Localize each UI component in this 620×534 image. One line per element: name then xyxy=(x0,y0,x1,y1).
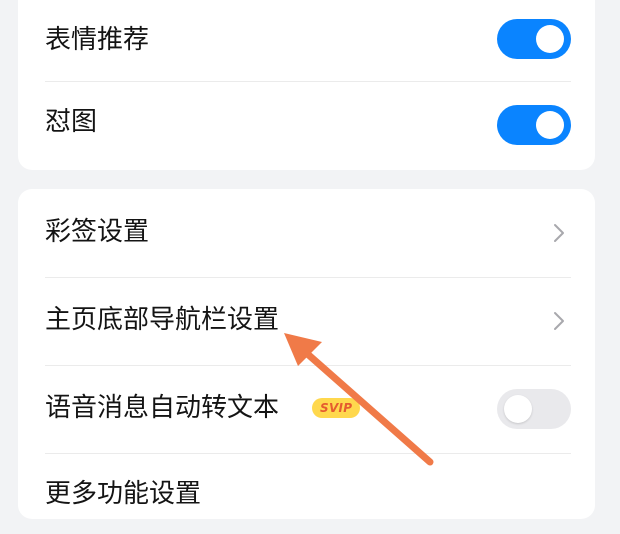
settings-row-more-features[interactable]: 更多功能设置 xyxy=(18,454,595,534)
setting-label-color-tag: 彩签设置 xyxy=(45,217,150,247)
chevron-right-icon xyxy=(554,224,564,242)
chevron-right-icon xyxy=(554,312,564,330)
settings-row-meme-reply[interactable]: 怼图 xyxy=(18,82,595,168)
settings-card-bottom: 彩签设置 主页底部导航栏设置 语音消息自动转文本 SVIP 更多功能设置 xyxy=(18,189,595,519)
meme-reply-toggle[interactable] xyxy=(497,105,571,145)
settings-card-top: 表情推荐 怼图 xyxy=(18,0,595,170)
voice-to-text-toggle[interactable] xyxy=(497,389,571,429)
toggle-knob xyxy=(504,395,532,423)
svip-badge: SVIP xyxy=(312,398,361,418)
settings-row-voice-to-text[interactable]: 语音消息自动转文本 SVIP xyxy=(18,366,595,453)
setting-label-voice-to-text: 语音消息自动转文本 xyxy=(45,393,280,423)
settings-row-bottom-nav[interactable]: 主页底部导航栏设置 xyxy=(18,278,595,365)
toggle-knob xyxy=(536,25,564,53)
setting-label-sticker-recommend: 表情推荐 xyxy=(45,25,150,55)
settings-row-color-tag[interactable]: 彩签设置 xyxy=(18,189,595,277)
settings-row-sticker-recommend[interactable]: 表情推荐 xyxy=(18,0,595,86)
setting-label-more-features: 更多功能设置 xyxy=(45,479,202,509)
setting-label-bottom-nav: 主页底部导航栏设置 xyxy=(45,305,280,335)
toggle-knob xyxy=(536,111,564,139)
setting-label-meme-reply: 怼图 xyxy=(45,107,98,137)
sticker-recommend-toggle[interactable] xyxy=(497,19,571,59)
